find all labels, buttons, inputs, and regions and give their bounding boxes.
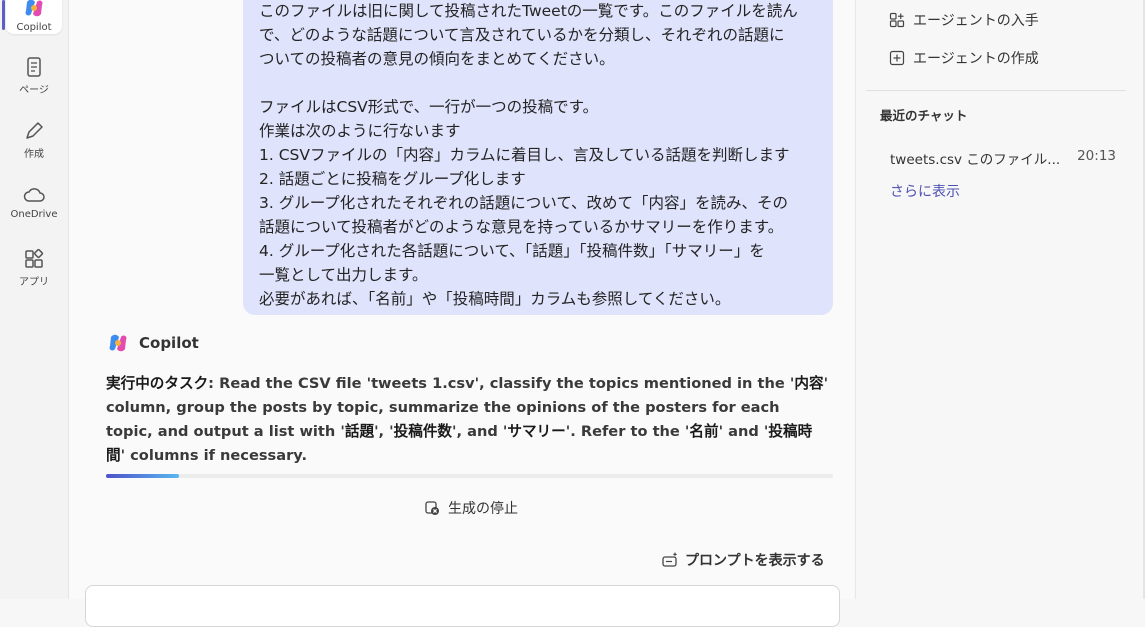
message-line: 話題について投稿者がどのような意見を持っているかサマリーを作ります。: [259, 218, 784, 236]
stop-label: 生成の停止: [448, 501, 518, 517]
page-icon: [27, 57, 41, 77]
message-line: 2. 話題ごとに投稿をグループ化します: [259, 170, 526, 188]
recent-chat-item[interactable]: tweets.csv このファイル... 20:13: [890, 148, 1116, 168]
message-line: このファイルは旧に関して投稿されたTweetの一覧です。このファイルを読ん: [259, 2, 798, 20]
task-text: ' columns if necessary.: [120, 447, 307, 464]
show-prompt-label: プロンプトを表示する: [685, 553, 825, 569]
get-agent-label: エージェントの入手: [913, 13, 1039, 29]
chat-title: tweets.csv このファイル...: [890, 152, 1061, 168]
chat-main: このファイルは旧に関して投稿されたTweetの一覧です。このファイルを読ん で、…: [69, 0, 854, 627]
message-line: ファイルはCSV形式で、一行が一つの投稿です。: [259, 98, 599, 116]
task-term: 名前: [689, 423, 719, 440]
message-line: 3. グループ化されたそれぞれの話題について、改めて「内容」を読み、その: [259, 194, 789, 212]
task-term: 内容: [794, 375, 824, 392]
rail-item-pages[interactable]: ページ: [6, 55, 62, 96]
create-agent-button[interactable]: エージェントの作成: [889, 47, 1039, 69]
rail-item-onedrive[interactable]: OneDrive: [6, 183, 62, 220]
assistant-name: Copilot: [139, 334, 199, 352]
task-status-text: 実行中のタスク: Read the CSV file 'tweets 1.csv…: [106, 372, 831, 468]
add-square-icon: [889, 50, 905, 66]
message-line: 4. グループ化された各話題について、「話題」「投稿件数」「サマリー」を: [259, 242, 765, 260]
rail-label: Copilot: [16, 22, 52, 33]
message-gap: [259, 71, 817, 95]
assistant-header: Copilot: [106, 331, 199, 355]
message-line: 作業は次のように行ないます: [259, 122, 461, 140]
user-message-bubble: このファイルは旧に関して投稿されたTweetの一覧です。このファイルを読ん で、…: [243, 0, 833, 315]
apps-icon: [25, 248, 44, 268]
stop-generating-button[interactable]: 生成の停止: [424, 496, 518, 520]
chat-time: 20:13: [1077, 148, 1116, 164]
task-text: ', ': [374, 423, 394, 440]
message-line: 必要があれば、「名前」や「投稿時間」カラムも参照してください。: [259, 290, 731, 308]
task-term: サマリー: [507, 423, 566, 440]
stop-icon: [425, 501, 439, 515]
progress-fill: [106, 474, 179, 478]
rail-label: 作成: [24, 149, 44, 160]
message-line: 一覧として出力します。: [259, 266, 428, 284]
divider: [866, 90, 1126, 91]
task-term: 投稿件数: [393, 423, 453, 440]
right-panel: エージェントの入手 エージェントの作成 最近のチャット tweets.csv こ…: [855, 0, 1145, 599]
cloud-icon: [23, 188, 45, 202]
rail-label: アプリ: [19, 277, 49, 288]
rail-label: ページ: [19, 85, 49, 96]
active-indicator: [2, 0, 5, 30]
rail-item-apps[interactable]: アプリ: [6, 247, 62, 288]
prompt-sparkle-icon: [662, 552, 678, 567]
rail-item-create[interactable]: 作成: [6, 119, 62, 160]
task-text: : Read the CSV file 'tweets 1.csv', clas…: [208, 375, 795, 392]
task-text: '. Refer to the ': [565, 423, 690, 440]
task-label: 実行中のタスク: [106, 375, 209, 392]
pen-icon: [26, 122, 43, 139]
show-more-link[interactable]: さらに表示: [890, 181, 960, 201]
message-line: で、どのような話題について言及されているかを分類し、それぞれの話題に: [259, 26, 785, 44]
generation-progress-bar: [106, 474, 833, 478]
task-text: ', and ': [452, 423, 508, 440]
task-term: 話題: [344, 423, 375, 440]
message-line: 1. CSVファイルの「内容」カラムに着目し、言及している話題を判断します: [259, 146, 790, 164]
recent-chats-heading: 最近のチャット: [880, 108, 968, 123]
copilot-logo-icon: [109, 334, 127, 352]
chat-input-box[interactable]: [85, 585, 840, 627]
show-prompt-button[interactable]: プロンプトを表示する: [661, 548, 825, 572]
task-text: ' and ': [718, 423, 769, 440]
agents-grid-icon: [889, 12, 905, 28]
rail-item-copilot[interactable]: Copilot: [6, 0, 62, 34]
get-agent-button[interactable]: エージェントの入手: [889, 9, 1039, 31]
create-agent-label: エージェントの作成: [913, 51, 1039, 67]
message-line: ついての投稿者の意見の傾向をまとめてください。: [259, 50, 615, 68]
rail-label: OneDrive: [10, 209, 58, 220]
left-rail: Copilot ページ 作成 OneDrive アプリ: [0, 0, 69, 599]
copilot-icon: [25, 0, 43, 17]
